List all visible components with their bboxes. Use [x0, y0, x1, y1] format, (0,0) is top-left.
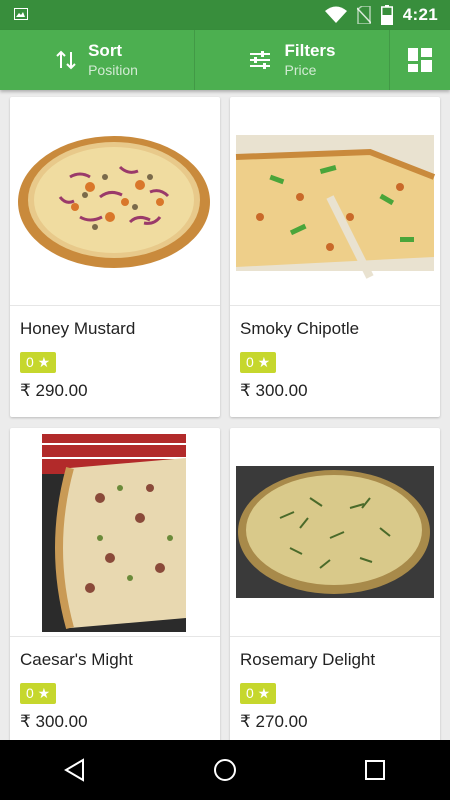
wifi-icon — [324, 6, 347, 23]
sort-button[interactable]: Sort Position — [0, 30, 195, 90]
product-name: Honey Mustard — [20, 319, 136, 338]
product-name: Rosemary Delight — [240, 650, 376, 669]
filters-button[interactable]: Filters Price — [195, 30, 390, 90]
battery-icon — [380, 5, 393, 25]
grid-toggle-button[interactable] — [390, 30, 450, 90]
home-icon[interactable] — [213, 758, 237, 782]
product-price: ₹ 270.00 — [240, 712, 308, 731]
product-image — [230, 97, 440, 306]
no-sim-icon — [356, 6, 371, 24]
rating-badge: 0 ★ — [20, 683, 57, 704]
product-price: ₹ 290.00 — [20, 381, 88, 400]
product-name: Caesar's Might — [20, 650, 133, 669]
sort-subtitle: Position — [88, 61, 138, 78]
product-name: Smoky Chipotle — [240, 319, 360, 338]
status-bar: 4:21 — [0, 0, 450, 30]
rating-badge: 0 ★ — [240, 352, 277, 373]
filters-subtitle: Price — [284, 61, 317, 78]
product-image — [10, 97, 220, 306]
product-price: ₹ 300.00 — [20, 712, 88, 731]
sliders-icon — [250, 51, 271, 69]
rating-badge: 0 ★ — [240, 683, 277, 704]
nav-bar — [0, 740, 450, 800]
product-image — [10, 428, 220, 637]
recents-icon[interactable] — [363, 758, 387, 782]
clock: 4:21 — [402, 5, 438, 24]
toolbar: Sort Position Filters Price — [0, 30, 450, 90]
sort-title: Sort — [88, 40, 123, 60]
product-card[interactable]: Rosemary Delight 0 ★ ₹ 270.00 — [230, 428, 440, 740]
product-image — [230, 428, 440, 637]
filters-title: Filters — [284, 40, 336, 60]
product-card[interactable]: Honey Mustard 0 ★ ₹ 290.00 — [10, 97, 220, 417]
sort-arrows-icon — [56, 50, 76, 70]
back-icon[interactable] — [63, 758, 87, 782]
grid-view-icon — [408, 48, 432, 72]
product-card[interactable]: Smoky Chipotle 0 ★ ₹ 300.00 — [230, 97, 440, 417]
product-price: ₹ 300.00 — [240, 381, 308, 400]
product-grid: Honey Mustard 0 ★ ₹ 290.00 Smoky Chipotl… — [0, 90, 450, 740]
product-card[interactable]: Caesar's Might 0 ★ ₹ 300.00 — [10, 428, 220, 740]
rating-badge: 0 ★ — [20, 352, 57, 373]
image-icon — [14, 8, 28, 20]
